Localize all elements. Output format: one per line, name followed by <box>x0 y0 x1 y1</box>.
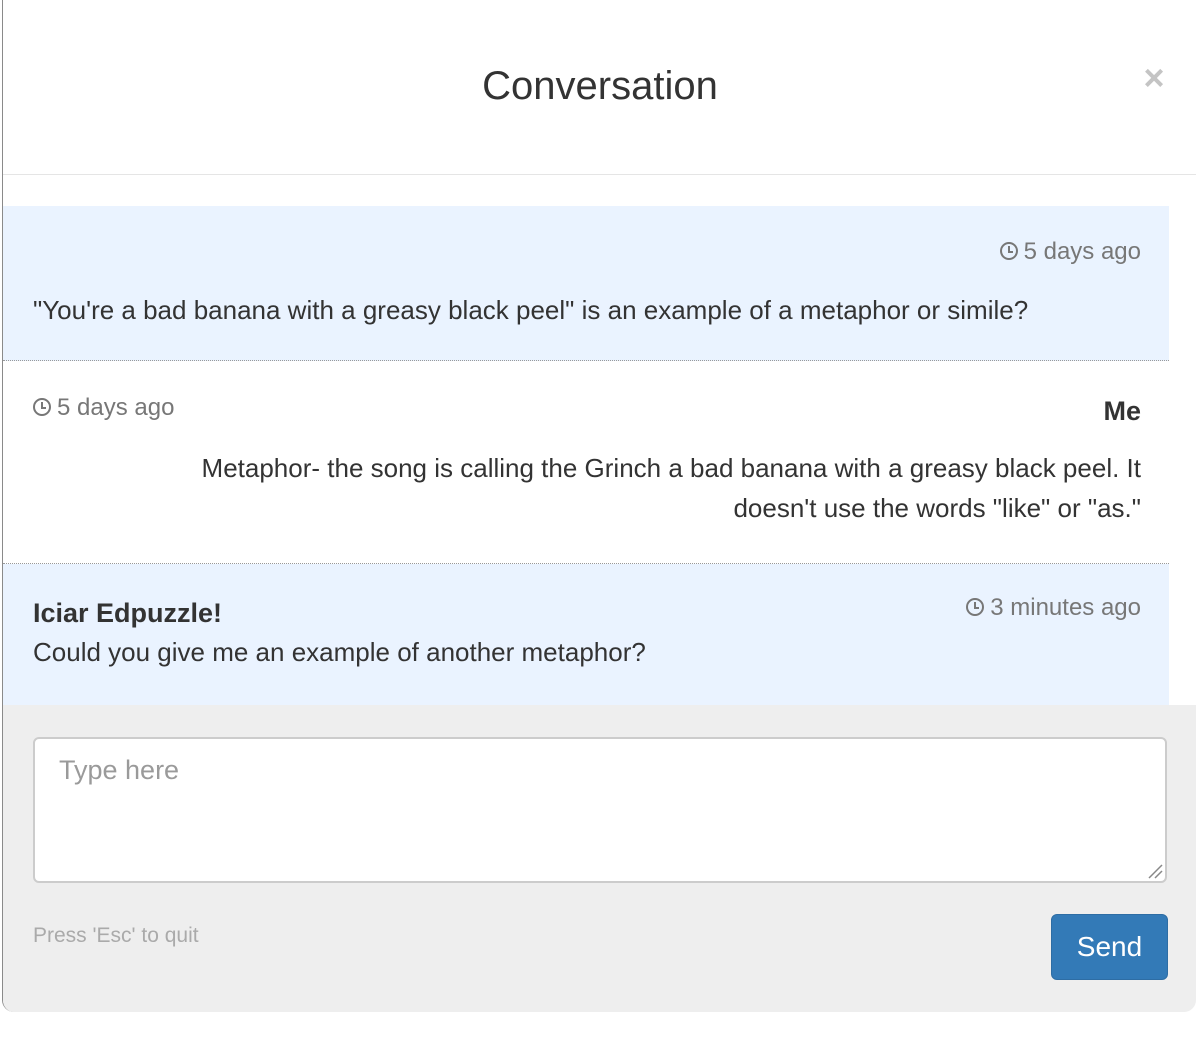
message-text: Could you give me an example of another … <box>33 637 646 667</box>
dialog-title: Conversation <box>482 64 718 108</box>
clock-icon <box>999 242 1018 260</box>
message-list: 5 days ago "You're a bad banana with a g… <box>3 206 1169 706</box>
esc-hint: Press 'Esc' to quit <box>33 924 199 947</box>
message-author: Iciar Edpuzzle! <box>33 598 223 628</box>
clock-icon <box>966 598 985 616</box>
message-time: 5 days ago <box>57 394 175 421</box>
message-text-line: Metaphor- the song is calling the Grinch… <box>201 453 1141 483</box>
reply-textarea[interactable] <box>33 737 1167 883</box>
message-timestamp: 5 days ago <box>999 238 1141 266</box>
message-timestamp: 3 minutes ago <box>966 594 1141 622</box>
message-text: Metaphor- the song is calling the Grinch… <box>202 448 1141 528</box>
message-timestamp: 5 days ago <box>33 394 174 422</box>
message-time: 5 days ago <box>1023 238 1141 265</box>
send-button[interactable]: Send <box>1051 914 1168 980</box>
close-button[interactable]: × <box>1139 58 1169 98</box>
close-icon: × <box>1143 57 1165 98</box>
message-item: 5 days ago "You're a bad banana with a g… <box>3 206 1169 361</box>
message-time: 3 minutes ago <box>990 594 1141 621</box>
message-item: 5 days ago Me Metaphor- the song is call… <box>3 361 1169 564</box>
clock-icon <box>33 398 51 416</box>
conversation-dialog: Conversation × 5 days ago "You're a bad … <box>2 0 1196 1012</box>
message-text-line: doesn't use the words "like" or "as." <box>733 493 1141 523</box>
message-text: "You're a bad banana with a greasy black… <box>33 295 1029 325</box>
resize-handle-icon[interactable] <box>1147 863 1163 879</box>
message-item: Iciar Edpuzzle! 3 minutes ago Could you … <box>3 564 1169 706</box>
dialog-header: Conversation × <box>3 0 1196 175</box>
dialog-footer: Press 'Esc' to quit Send <box>3 705 1196 1012</box>
message-author: Me <box>1103 396 1141 426</box>
